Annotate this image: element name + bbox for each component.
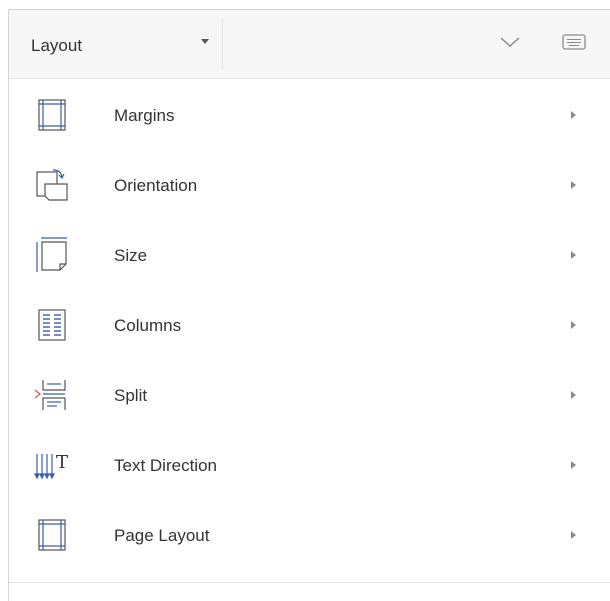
ribbon-tab-dropdown[interactable]: Layout	[9, 10, 222, 78]
caret-down-icon	[201, 39, 209, 44]
keyboard-button[interactable]	[561, 30, 587, 54]
page-layout-icon	[31, 516, 71, 554]
menu-item-page-layout[interactable]: Page Layout	[9, 500, 610, 570]
menu-item-label: Margins	[114, 106, 175, 125]
menu-item-label: Orientation	[114, 176, 198, 195]
chevron-right-icon	[571, 181, 576, 189]
menu-item-label: Page Layout	[114, 526, 210, 545]
chevron-right-icon	[571, 251, 576, 259]
chevron-down-icon	[500, 37, 520, 48]
menu-item-margins[interactable]: Margins	[9, 80, 610, 150]
collapse-ribbon-button[interactable]	[495, 30, 525, 54]
orientation-icon	[31, 166, 71, 204]
menu-item-label: Size	[114, 246, 148, 265]
menu-item-label: Columns	[114, 316, 182, 335]
chevron-right-icon	[571, 111, 576, 119]
ribbon-header: Layout	[9, 10, 610, 79]
split-icon	[31, 376, 71, 414]
chevron-right-icon	[571, 321, 576, 329]
chevron-right-icon	[571, 391, 576, 399]
layout-menu: Margins Orientation Size Columns Split T…	[9, 80, 610, 570]
text-direction-icon: T	[31, 446, 71, 484]
ribbon-tab-label: Layout	[31, 36, 83, 55]
chevron-right-icon	[571, 531, 576, 539]
menu-bottom-divider	[9, 582, 610, 583]
size-icon	[31, 236, 71, 274]
chevron-right-icon	[571, 461, 576, 469]
columns-icon	[31, 306, 71, 344]
menu-item-label: Split	[114, 386, 148, 405]
menu-item-text-direction[interactable]: T Text Direction	[9, 430, 610, 500]
menu-item-columns[interactable]: Columns	[9, 290, 610, 360]
svg-text:T: T	[56, 452, 68, 473]
menu-item-split[interactable]: Split	[9, 360, 610, 430]
menu-item-orientation[interactable]: Orientation	[9, 150, 610, 220]
menu-item-size[interactable]: Size	[9, 220, 610, 290]
layout-ribbon-panel: Layout Margins Orientation Size Columns …	[8, 9, 610, 601]
keyboard-icon	[562, 34, 586, 50]
menu-item-label: Text Direction	[114, 456, 217, 475]
header-divider	[222, 18, 223, 70]
margins-icon	[31, 96, 71, 134]
